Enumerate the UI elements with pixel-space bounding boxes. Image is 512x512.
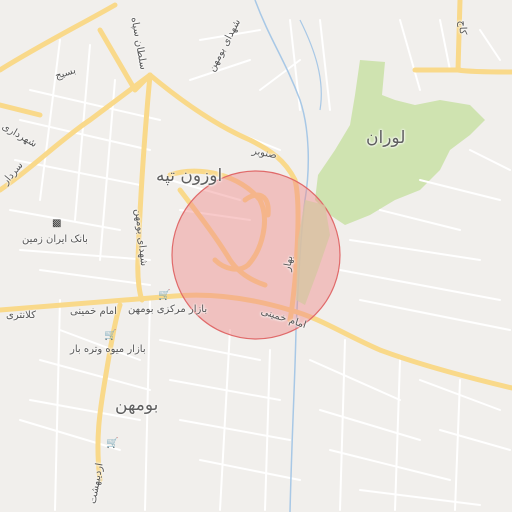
poi-label-fruit-market[interactable]: بازار میوه وتره بار: [70, 344, 146, 355]
street-label-imam-khomeini-1: امام خمینی: [70, 306, 117, 317]
map-canvas: [0, 0, 512, 512]
street-label-kaj: کاج: [456, 20, 468, 35]
bank-icon[interactable]: ▩: [52, 218, 61, 229]
map-view[interactable]: لوران اوزون تپه بومهن بسیج سلطان سپاه شه…: [0, 0, 512, 512]
district-label-luran: لوران: [366, 128, 406, 148]
poi-label-central-market[interactable]: بازار مرکزی بومهن: [128, 304, 207, 315]
poi-label-bank[interactable]: بانک ایران زمین: [22, 234, 88, 245]
street-label-kalantari: کلانتری: [6, 310, 36, 321]
shopping-cart-icon-2[interactable]: 🛒: [104, 330, 116, 341]
district-label-boomehen: بومهن: [115, 395, 159, 415]
shopping-cart-icon-3[interactable]: 🛒: [106, 438, 118, 449]
district-label-uzun-tappeh: اوزون تپه: [156, 166, 223, 186]
shopping-cart-icon[interactable]: 🛒: [158, 290, 170, 301]
